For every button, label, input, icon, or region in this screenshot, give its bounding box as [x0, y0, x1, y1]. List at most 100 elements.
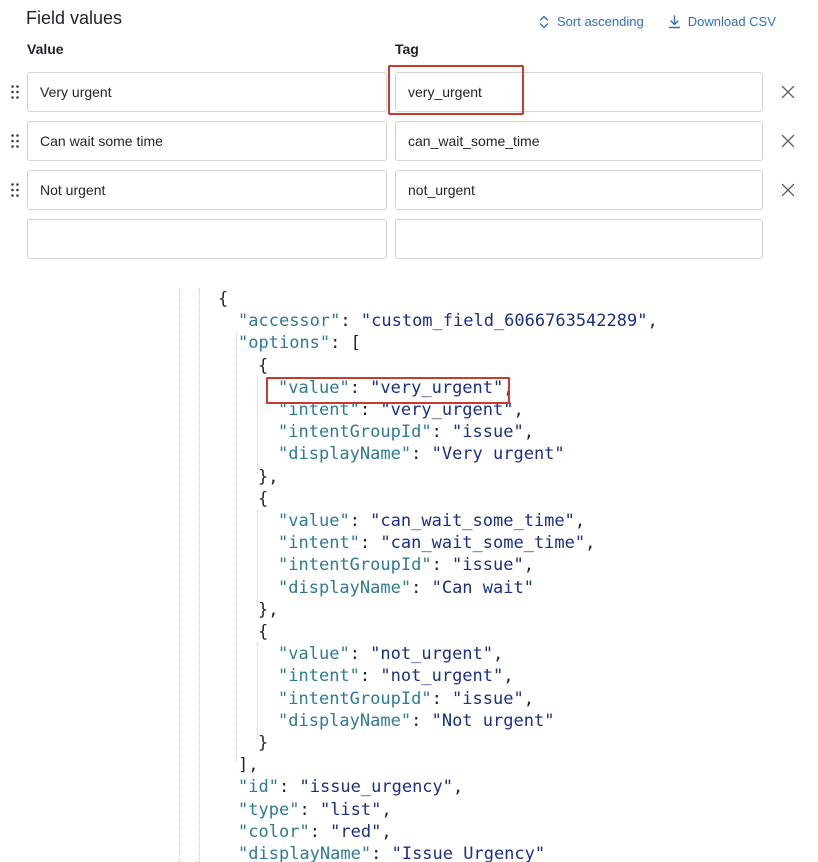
json-string: Not urgent [441, 710, 545, 731]
json-quote: " [482, 644, 494, 665]
json-quote: " [370, 377, 381, 398]
code-line: "value": "very_urgent", [278, 377, 514, 399]
indent-guide [257, 510, 258, 606]
json-punct: , [574, 511, 586, 531]
json-string: can_wait_some_time [380, 511, 565, 531]
json-quote: " [452, 688, 463, 709]
panel-actions: Sort ascending Download CSV [538, 14, 776, 29]
json-quote: " [431, 710, 442, 731]
code-line: "intentGroupId": "issue", [278, 688, 534, 710]
code-line: "intent": "not_urgent", [278, 665, 514, 687]
json-quote: " [319, 333, 331, 354]
indent-guide [236, 333, 237, 761]
json-quote: " [574, 533, 586, 554]
json-string: very_urgent [390, 400, 504, 420]
field-value-row [0, 72, 818, 112]
json-quote: " [370, 511, 381, 531]
panel-title: Field values [26, 8, 123, 28]
json-bracket: }, [258, 466, 279, 487]
json-key: intent [288, 533, 350, 554]
field-value-row [0, 121, 818, 161]
json-quote: " [238, 333, 249, 354]
new-value-input[interactable] [27, 219, 387, 259]
code-line: "intent": "can_wait_some_time", [278, 532, 595, 554]
json-quote: " [238, 311, 249, 332]
json-punct: , [585, 533, 596, 554]
tag-input[interactable] [395, 72, 763, 112]
code-line: "intentGroupId": "issue", [278, 421, 534, 443]
json-colon: : [431, 555, 453, 576]
drag-handle-icon[interactable] [10, 84, 20, 100]
json-quote: " [289, 799, 300, 820]
json-quote: " [278, 377, 289, 398]
code-line: "options": [ [238, 332, 361, 354]
json-key: options [248, 333, 320, 354]
json-string: not_urgent [380, 644, 483, 665]
json-colon: : [411, 444, 432, 465]
json-quote: " [330, 821, 341, 842]
json-quote: " [421, 688, 432, 709]
column-header-value: Value [27, 41, 64, 57]
json-punct: , [513, 400, 524, 420]
code-line: { [258, 355, 268, 377]
json-string: very_urgent [380, 377, 494, 398]
json-quote: " [534, 844, 546, 862]
json-punct: , [493, 644, 504, 665]
json-colon: : [349, 511, 371, 531]
json-string: issue [462, 555, 514, 576]
json-quote: " [349, 533, 360, 554]
tag-input[interactable] [395, 170, 763, 210]
json-quote: " [268, 777, 279, 798]
code-line: "id": "issue_urgency", [238, 776, 463, 798]
tag-input[interactable] [395, 121, 763, 161]
close-icon[interactable] [780, 84, 796, 100]
value-input[interactable] [27, 121, 387, 161]
json-quote: " [349, 400, 360, 420]
json-quote: " [421, 422, 432, 443]
json-quote: " [380, 666, 391, 687]
sort-ascending-button[interactable]: Sort ascending [538, 14, 644, 29]
json-quote: " [564, 511, 575, 531]
code-line: "color": "red", [238, 821, 392, 843]
code-line: "displayName": "Not urgent" [278, 710, 554, 732]
json-quote: " [278, 710, 289, 731]
json-quote: " [339, 511, 350, 531]
drag-handle-icon[interactable] [10, 182, 20, 198]
json-bracket: } [258, 733, 269, 753]
close-icon[interactable] [780, 133, 796, 149]
download-csv-button[interactable]: Download CSV [668, 14, 776, 29]
json-string: issue [462, 422, 514, 443]
code-line: { [258, 488, 268, 510]
code-line: { [218, 288, 228, 310]
json-quote: " [554, 444, 565, 465]
json-string: issue_urgency [309, 777, 443, 798]
json-colon: : [359, 666, 381, 687]
json-colon: : [411, 577, 432, 598]
json-quote: " [299, 821, 310, 842]
json-key: intentGroupId [288, 688, 422, 709]
json-punct: , [381, 799, 392, 820]
indent-guide [257, 643, 258, 739]
value-input[interactable] [27, 170, 387, 210]
new-tag-input[interactable] [395, 219, 763, 259]
json-quote: " [319, 799, 331, 820]
json-key: value [288, 377, 340, 398]
json-string: Can wait [441, 577, 524, 598]
json-quote: " [278, 577, 289, 598]
json-quote: " [278, 555, 289, 576]
json-punct: , [647, 311, 658, 332]
code-line: } [258, 732, 268, 754]
json-colon: : [359, 533, 381, 554]
close-icon[interactable] [780, 182, 796, 198]
json-punct: , [503, 377, 514, 398]
json-quote: " [513, 555, 524, 576]
json-key: intentGroupId [288, 422, 422, 443]
code-line: "intent": "very_urgent", [278, 399, 524, 421]
json-key: displayName [288, 577, 401, 598]
json-quote: " [278, 444, 289, 465]
drag-handle-icon[interactable] [10, 133, 20, 149]
json-colon: : [371, 844, 392, 862]
value-input[interactable] [27, 72, 387, 112]
json-quote: " [421, 555, 432, 576]
json-quote: " [637, 311, 648, 332]
